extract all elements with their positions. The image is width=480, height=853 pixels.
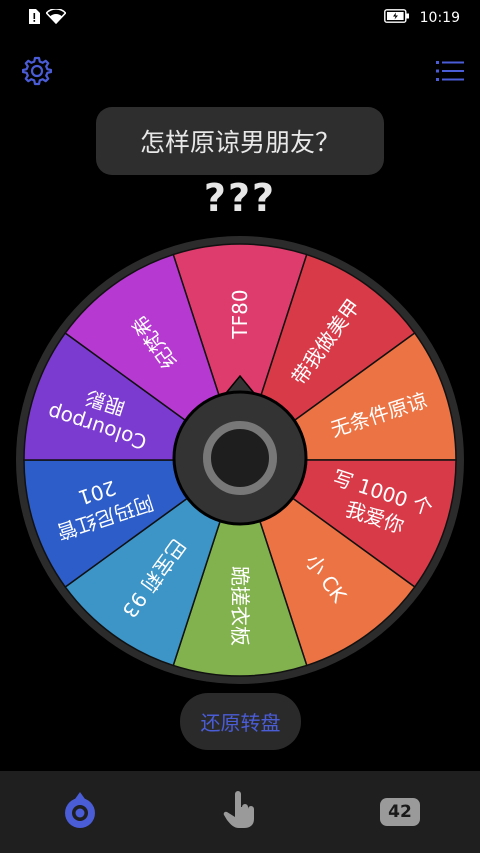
- wheel-label-line: 跪搓衣板: [228, 566, 252, 646]
- spin-wheel[interactable]: TF80 带我做美甲无条件原谅写 1000 个我爱你小 CK跪搓衣板巴宝莉 93阿…: [0, 220, 480, 700]
- nav-tap[interactable]: [160, 771, 320, 853]
- nav-count[interactable]: 42: [320, 771, 480, 853]
- hand-pointer-icon: [223, 791, 257, 833]
- wheel-icon: [63, 792, 97, 832]
- wheel-label-line: TF80: [228, 289, 252, 339]
- spin-result: ???: [203, 176, 277, 220]
- wheel-segment-label: 跪搓衣板: [228, 566, 252, 646]
- nav-wheel[interactable]: [0, 771, 160, 853]
- sim-alert-icon: [28, 9, 40, 28]
- gear-icon[interactable]: [21, 56, 53, 90]
- list-menu-icon[interactable]: [436, 60, 464, 86]
- status-bar: 10:19: [0, 0, 480, 34]
- battery-icon: [383, 8, 410, 27]
- wifi-icon: [45, 8, 67, 28]
- question-title[interactable]: 怎样原谅男朋友？: [96, 107, 384, 175]
- count-badge: 42: [380, 798, 420, 826]
- reset-wheel-button[interactable]: 还原转盘: [180, 693, 301, 750]
- clock: 10:19: [419, 9, 460, 26]
- wheel-segment-label: TF80: [228, 289, 252, 339]
- bottom-nav: 42: [0, 771, 480, 853]
